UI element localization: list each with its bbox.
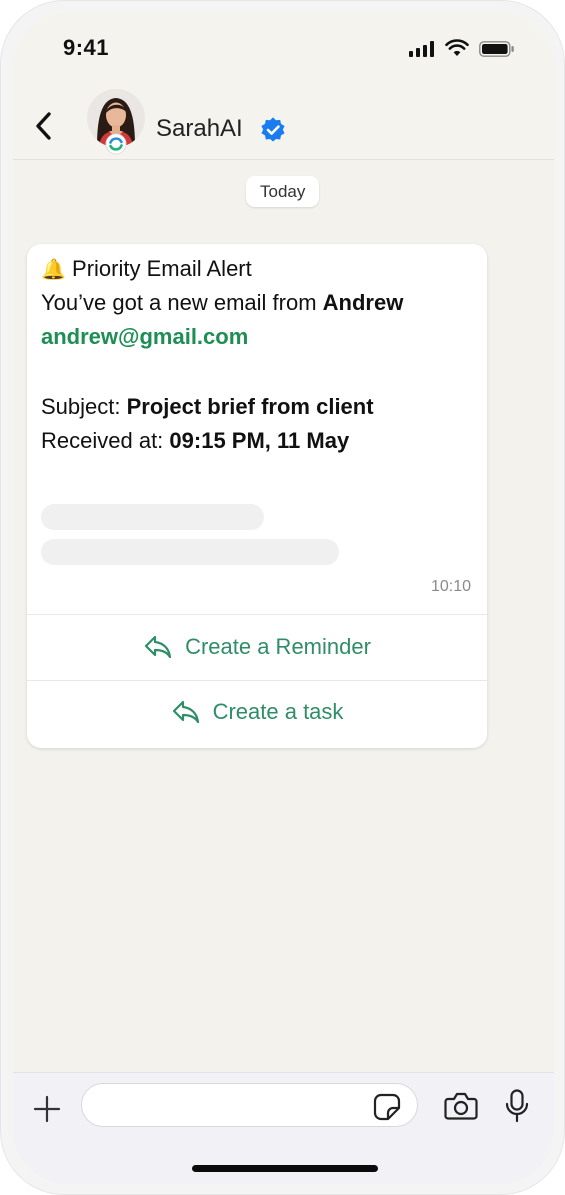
received-value: 09:15 PM, 11 May — [169, 428, 350, 453]
create-reminder-button[interactable]: Create a Reminder — [27, 615, 487, 679]
intro-text: You’ve got a new email from — [41, 290, 323, 315]
chevron-left-icon[interactable] — [31, 109, 57, 143]
alert-title: Priority Email Alert — [72, 256, 252, 281]
message-bubble[interactable]: 🔔 Priority Email Alert You’ve got a new … — [27, 244, 487, 748]
message-input-bar — [13, 1072, 554, 1184]
sender-email-link[interactable]: andrew@gmail.com — [41, 324, 248, 350]
status-bar: 9:41 — [13, 13, 554, 85]
intro-line: You’ve got a new email from Andrew — [41, 290, 403, 316]
message-timestamp: 10:10 — [430, 578, 471, 595]
reply-arrow-icon — [172, 700, 199, 724]
battery-icon — [479, 41, 514, 57]
reply-arrow-icon — [144, 635, 172, 659]
alert-title-line: 🔔 Priority Email Alert — [41, 256, 252, 282]
wifi-icon — [445, 39, 469, 56]
sticker-icon[interactable] — [373, 1093, 401, 1121]
verified-badge-icon — [261, 117, 285, 142]
app-logo-icon — [105, 133, 127, 155]
create-reminder-label: Create a Reminder — [185, 634, 371, 659]
home-indicator[interactable] — [192, 1165, 378, 1172]
create-task-label: Create a task — [212, 699, 344, 724]
loading-placeholder — [41, 539, 339, 565]
bell-icon: 🔔 — [41, 259, 66, 281]
plus-icon[interactable] — [33, 1095, 61, 1123]
subject-line: Subject: Project brief from client — [41, 394, 374, 420]
phone-screen: 9:41 SarahAI Today 🔔 Priority Email Aler… — [13, 13, 554, 1184]
received-line: Received at: 09:15 PM, 11 May — [41, 428, 349, 454]
chat-messages-area[interactable]: Today 🔔 Priority Email Alert You’ve got … — [13, 160, 554, 1072]
message-input[interactable] — [81, 1083, 418, 1127]
camera-icon[interactable] — [444, 1091, 478, 1121]
loading-placeholder — [41, 504, 264, 530]
cellular-signal-icon — [409, 41, 435, 57]
received-label: Received at: — [41, 428, 170, 453]
contact-name[interactable]: SarahAI — [156, 115, 243, 143]
date-separator: Today — [246, 176, 320, 207]
phone-frame: 9:41 SarahAI Today 🔔 Priority Email Aler… — [0, 0, 565, 1195]
subject-value: Project brief from client — [126, 394, 374, 419]
sender-name: Andrew — [322, 290, 404, 315]
create-task-button[interactable]: Create a task — [27, 680, 487, 744]
status-time: 9:41 — [63, 35, 110, 60]
chat-header: SarahAI — [13, 85, 554, 160]
microphone-icon[interactable] — [505, 1089, 529, 1123]
subject-label: Subject: — [41, 394, 127, 419]
